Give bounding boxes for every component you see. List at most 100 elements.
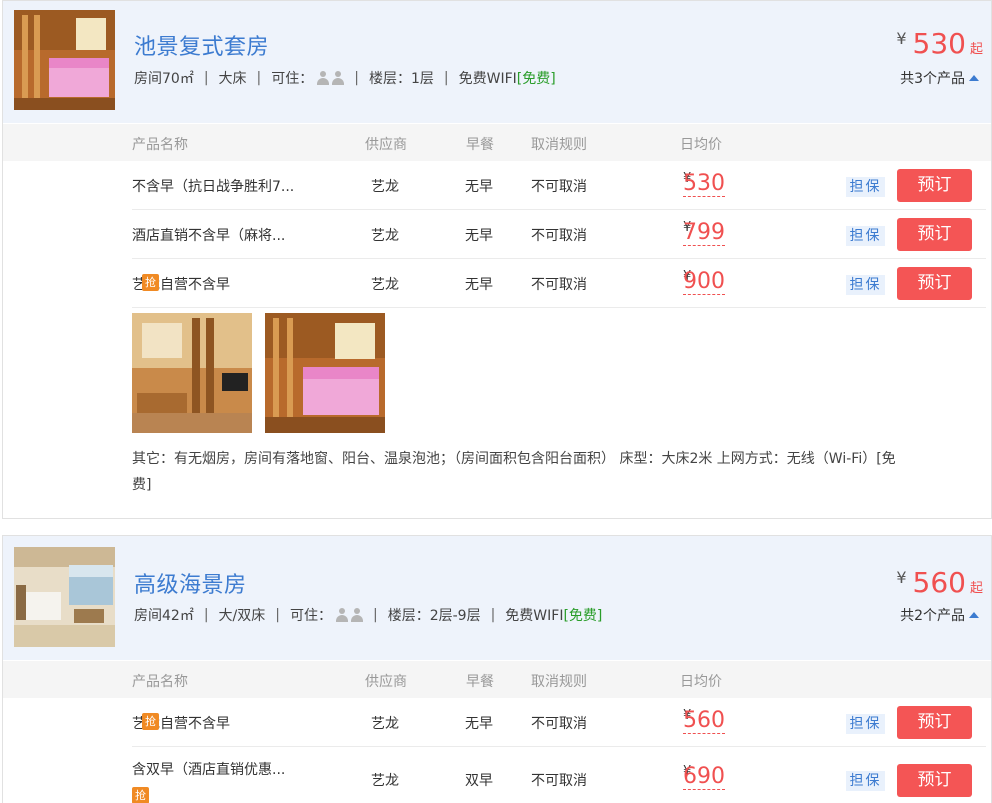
divider: |	[490, 607, 496, 623]
guarantee-badge: 担保	[846, 177, 885, 197]
occupancy-icons	[317, 71, 345, 85]
room-card: 高级海景房 房间42㎡ | 大/双床 | 可住： | 楼层：2层-9层 | 免费…	[2, 535, 992, 803]
room-wifi: 免费WIFI	[458, 71, 517, 87]
occupancy-icons	[335, 608, 363, 622]
price-suffix: 起	[969, 42, 983, 57]
room-price: 560	[912, 566, 966, 599]
room-start-price: ¥530 起	[896, 27, 983, 60]
guarantee-badge: 担保	[846, 226, 885, 246]
book-button[interactable]: 预订	[897, 764, 972, 797]
product-cancel-policy: 不可取消	[531, 179, 587, 195]
divider: |	[275, 607, 280, 623]
book-button[interactable]: 预订	[897, 218, 972, 251]
product-price-value: 560	[683, 708, 725, 734]
product-price-value: 900	[683, 269, 725, 295]
divider: |	[203, 607, 209, 623]
product-price-value: 690	[683, 764, 725, 790]
person-icon	[317, 71, 330, 85]
room-floor: 楼层：1层	[368, 71, 434, 87]
product-count: 共2个产品	[900, 608, 965, 624]
product-supplier: 艺龙	[371, 773, 399, 789]
product-supplier: 艺龙	[371, 277, 399, 293]
wifi-free-tag: [免费]	[563, 608, 603, 624]
room-occupancy-label: 可住：	[271, 71, 314, 87]
room-photo[interactable]	[265, 313, 385, 433]
product-count-toggle[interactable]: 共3个产品	[900, 68, 979, 88]
header-supplier: 供应商	[365, 137, 407, 153]
product-breakfast: 无早	[465, 179, 493, 195]
product-price-value: 530	[683, 171, 725, 197]
divider: |	[256, 70, 262, 86]
person-icon	[335, 608, 348, 622]
product-cancel-policy: 不可取消	[531, 228, 587, 244]
product-count: 共3个产品	[900, 71, 965, 87]
header-breakfast: 早餐	[466, 137, 494, 153]
room-start-price: ¥560 起	[896, 566, 983, 599]
product-name[interactable]: 含双早（酒店直销优惠...	[132, 759, 285, 779]
room-area: 房间42㎡	[134, 608, 194, 624]
header-avg-price: 日均价	[680, 137, 722, 153]
product-price-value: 799	[683, 220, 725, 246]
guarantee-badge: 担保	[846, 275, 885, 295]
product-breakfast: 无早	[465, 228, 493, 244]
room-thumbnail[interactable]	[14, 10, 115, 110]
product-row: 含双早（酒店直销优惠... 抢 艺龙 双早 不可取消 ¥690 担保 预订	[132, 747, 986, 803]
book-button[interactable]: 预订	[897, 706, 972, 739]
room-card: 池景复式套房 房间70㎡ | 大床 | 可住： | 楼层：1层 | 免费WIFI…	[2, 0, 992, 519]
product-breakfast: 无早	[465, 277, 493, 293]
person-icon	[332, 71, 345, 85]
product-table-header: 产品名称 供应商 早餐 取消规则 日均价	[3, 124, 991, 161]
header-product-name: 产品名称	[132, 674, 188, 690]
product-cancel-policy: 不可取消	[531, 773, 587, 789]
person-icon	[350, 608, 363, 622]
flash-sale-badge: 抢	[132, 787, 149, 803]
product-name[interactable]: 酒店直销不含早（麻将...	[132, 225, 285, 245]
product-count-toggle[interactable]: 共2个产品	[900, 605, 979, 625]
room-area: 房间70㎡	[134, 71, 194, 87]
room-wifi: 免费WIFI	[505, 608, 564, 624]
product-name[interactable]: 不含早（抗日战争胜利7...	[132, 176, 294, 196]
guarantee-badge: 担保	[846, 771, 885, 791]
product-supplier: 艺龙	[371, 716, 399, 732]
room-bed: 大/双床	[218, 608, 266, 624]
room-price: 530	[912, 27, 966, 60]
currency-symbol: ¥	[896, 568, 907, 587]
header-breakfast: 早餐	[466, 674, 494, 690]
header-product-name: 产品名称	[132, 137, 188, 153]
room-gallery	[132, 313, 385, 433]
header-avg-price: 日均价	[680, 674, 722, 690]
book-button[interactable]: 预订	[897, 169, 972, 202]
room-header: 高级海景房 房间42㎡ | 大/双床 | 可住： | 楼层：2层-9层 | 免费…	[3, 536, 991, 660]
flash-sale-badge: 抢	[142, 274, 159, 291]
product-supplier: 艺龙	[371, 228, 399, 244]
room-floor: 楼层：2层-9层	[387, 608, 481, 624]
room-header: 池景复式套房 房间70㎡ | 大床 | 可住： | 楼层：1层 | 免费WIFI…	[3, 1, 991, 123]
room-bed: 大床	[218, 71, 247, 87]
product-cancel-policy: 不可取消	[531, 716, 587, 732]
product-breakfast: 双早	[465, 773, 493, 789]
product-row: 艺龙自营不含早抢 艺龙 无早 不可取消 ¥900 担保 预订	[132, 259, 986, 308]
price-suffix: 起	[969, 581, 983, 596]
divider: |	[354, 70, 359, 86]
room-attributes: 房间70㎡ | 大床 | 可住： | 楼层：1层 | 免费WIFI [免费]	[134, 68, 556, 88]
divider: |	[372, 607, 378, 623]
room-name[interactable]: 高级海景房	[134, 567, 247, 599]
divider: |	[443, 70, 449, 86]
flash-sale-badge: 抢	[142, 713, 159, 730]
caret-up-icon	[969, 612, 979, 618]
divider: |	[203, 70, 209, 86]
book-button[interactable]: 预订	[897, 267, 972, 300]
wifi-free-tag: [免费]	[516, 71, 556, 87]
currency-symbol: ¥	[896, 29, 907, 48]
room-name[interactable]: 池景复式套房	[134, 29, 269, 61]
product-row: 不含早（抗日战争胜利7... 艺龙 无早 不可取消 ¥530 担保 预订	[132, 161, 986, 210]
room-thumbnail[interactable]	[14, 547, 115, 647]
product-breakfast: 无早	[465, 716, 493, 732]
room-occupancy-label: 可住：	[289, 608, 332, 624]
product-supplier: 艺龙	[371, 179, 399, 195]
guarantee-badge: 担保	[846, 714, 885, 734]
room-photo[interactable]	[132, 313, 252, 433]
product-row: 艺龙自营不含早抢 艺龙 无早 不可取消 ¥560 担保 预订	[132, 698, 986, 747]
product-cancel-policy: 不可取消	[531, 277, 587, 293]
product-table-header: 产品名称 供应商 早餐 取消规则 日均价	[3, 661, 991, 698]
